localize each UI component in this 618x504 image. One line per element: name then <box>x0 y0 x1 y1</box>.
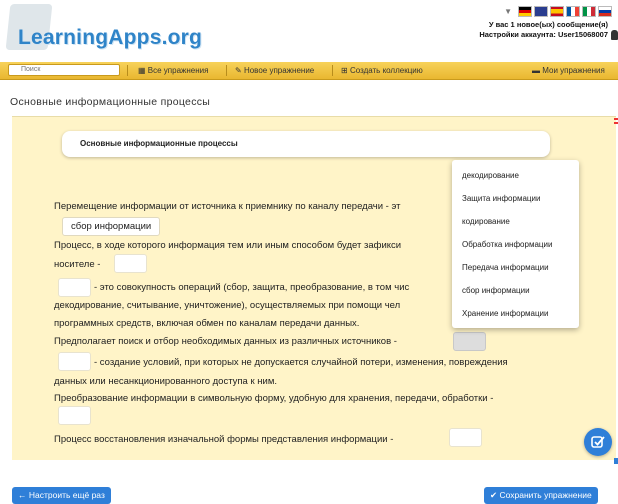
exercise-title: Основные информационные процессы <box>62 131 550 157</box>
nav-divider <box>332 65 333 76</box>
nav-all-exercises[interactable]: ▦ Все упражнения <box>138 62 208 79</box>
logo[interactable]: LearningApps.org <box>5 4 208 58</box>
page-title: Основные информационные процессы <box>10 96 211 108</box>
language-flags: ▼ <box>504 6 612 17</box>
dropdown-option[interactable]: Хранение информации <box>462 309 549 318</box>
search-input[interactable] <box>8 64 120 76</box>
flag-de-icon[interactable] <box>518 6 532 17</box>
dropdown-option[interactable]: декодирование <box>462 171 519 180</box>
flag-uk-icon[interactable] <box>534 6 548 17</box>
nav-create-collection[interactable]: ⊞ Создать коллекцию <box>341 62 423 79</box>
messages-link[interactable]: У вас 1 новое(ых) сообщение(я) <box>479 20 608 30</box>
main-nav: ▦ Все упражнения ✎ Новое упражнение ⊞ Со… <box>0 62 618 80</box>
sentence-3: - это совокупность операций (сбор, защит… <box>94 282 410 293</box>
sentence-2-cont: носителе - <box>54 259 101 270</box>
dropdown-option[interactable]: Обработка информации <box>462 240 552 249</box>
sentence-1: Перемещение информации от источника к пр… <box>54 201 401 212</box>
answer-slot-3[interactable] <box>58 278 91 297</box>
sentence-5: - создание условий, при которых не допус… <box>94 357 508 368</box>
header: LearningApps.org ▼ У вас 1 новое(ых) соо… <box>0 0 618 62</box>
scrollbar[interactable] <box>614 458 618 464</box>
flag-es-icon[interactable] <box>550 6 564 17</box>
collection-icon: ⊞ <box>341 66 350 75</box>
sentence-4: Предполагает поиск и отбор необходимых д… <box>54 336 397 347</box>
nav-divider <box>127 65 128 76</box>
dropdown-option[interactable]: Передача информации <box>462 263 549 272</box>
flag-fr-icon[interactable] <box>566 6 580 17</box>
dropdown-option[interactable]: Защита информации <box>462 194 540 203</box>
save-button[interactable]: ✔ Сохранить упражнение <box>484 487 598 504</box>
sentence-5-cont: данных или несанкционированного доступа … <box>54 376 277 387</box>
account-info: У вас 1 новое(ых) сообщение(я) Настройки… <box>479 20 608 40</box>
folder-icon: ▬ <box>532 66 543 75</box>
dropdown-option[interactable]: сбор информации <box>462 286 530 295</box>
flag-it-icon[interactable] <box>582 6 596 17</box>
answer-slot-6[interactable] <box>58 406 91 425</box>
account-settings-link[interactable]: Настройки аккаунта: User15068007 <box>479 30 608 40</box>
check-answers-button[interactable] <box>584 428 612 456</box>
flag-ru-icon[interactable] <box>598 6 612 17</box>
nav-new-exercise[interactable]: ✎ Новое упражнение <box>235 62 314 79</box>
logo-text: LearningApps.org <box>18 26 203 49</box>
sentence-3-cont: декодирование, считывание, уничтожение),… <box>54 300 401 311</box>
fullscreen-icon[interactable] <box>614 118 618 124</box>
sentence-3-end: программных средств, включая обмен по ка… <box>54 318 360 329</box>
nav-my-exercises[interactable]: ▬ Мои упражнения <box>532 62 605 79</box>
grid-icon: ▦ <box>138 66 148 75</box>
sentence-7: Процесс восстановления изначальной формы… <box>54 434 394 445</box>
dropdown-option[interactable]: кодирование <box>462 217 510 226</box>
answer-slot-2[interactable] <box>114 254 147 273</box>
answer-slot-7[interactable] <box>449 428 482 447</box>
answer-slot-4[interactable] <box>453 332 486 351</box>
sentence-2: Процесс, в ходе которого информация тем … <box>54 240 402 251</box>
nav-divider <box>226 65 227 76</box>
pencil-icon: ✎ <box>235 66 244 75</box>
check-icon <box>591 436 605 448</box>
sentence-6: Преобразование информации в символьную ф… <box>54 393 494 404</box>
reset-button[interactable]: ← Настроить ещё раз <box>12 487 111 504</box>
answer-dropdown: декодирование Защита информации кодирова… <box>452 160 579 328</box>
answer-slot-5[interactable] <box>58 352 91 371</box>
user-icon <box>611 30 618 40</box>
chevron-down-icon[interactable]: ▼ <box>504 7 512 16</box>
answer-slot-1[interactable]: сбор информации <box>62 217 161 236</box>
arrow-left-icon: ← <box>18 490 29 500</box>
